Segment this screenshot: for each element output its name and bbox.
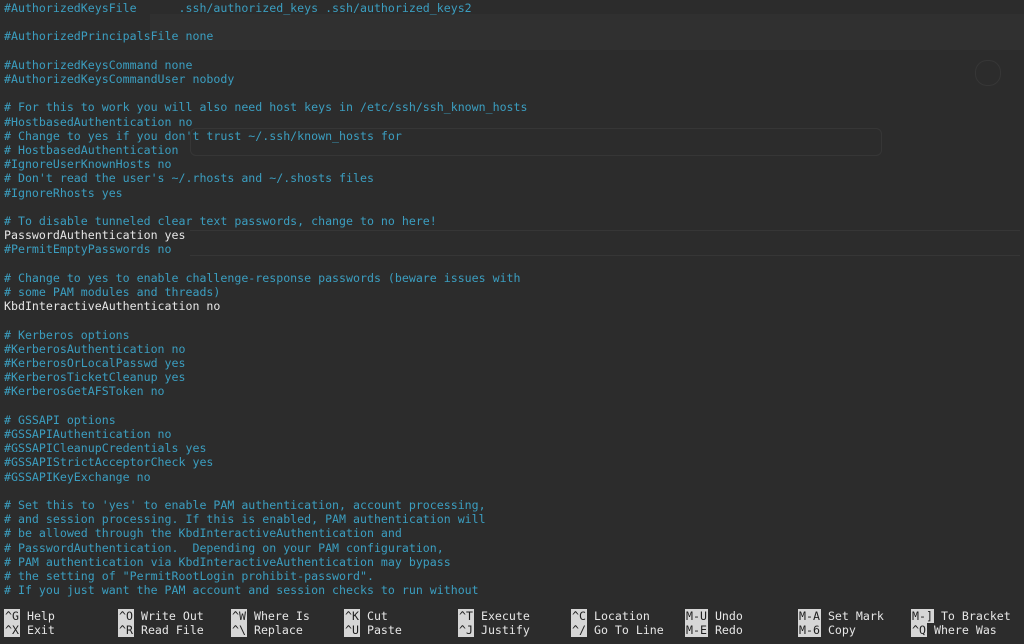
shortcut-label: Undo	[714, 609, 743, 623]
config-comment-line: #AuthorizedKeysCommandUser nobody	[4, 72, 235, 86]
shortcut-undo: M-U Undo	[685, 609, 743, 623]
shortcut-write-out: ^O Write Out	[118, 609, 204, 623]
config-comment-line: # PasswordAuthentication. Depending on y…	[4, 540, 444, 555]
shortcut-label: Where Was	[933, 623, 997, 637]
shortcut-to-bracket: M-] To Bracket	[911, 609, 1011, 623]
config-comment-line: #AuthorizedKeysCommand none	[4, 57, 193, 72]
config-comment-line: # Don't read the user's ~/.rhosts and ~/…	[4, 171, 374, 186]
shortcut-label: Redo	[714, 623, 743, 637]
config-comment-line: #KerberosTicketCleanup yes	[4, 370, 186, 385]
shortcut-label: To Bracket	[940, 609, 1011, 623]
shortcut-where-was: ^Q Where Was	[911, 623, 997, 637]
nano-shortcut-bar: ^G Help ^O Write Out ^W Where Is ^K Cut ^T Execut…	[0, 609, 1024, 643]
config-comment-line: #HostbasedAuthentication no	[4, 114, 193, 129]
shortcut-label: Location	[593, 609, 650, 623]
shortcut-label: Cut	[366, 609, 388, 623]
config-comment-line: #GSSAPICleanupCredentials yes	[4, 441, 207, 456]
config-comment-line: # To disable tunneled clear text passwor…	[4, 214, 437, 228]
shortcut-location: ^C Location	[571, 609, 650, 623]
shortcut-execute: ^T Execute	[458, 609, 530, 623]
shortcut-exit: ^X Exit	[4, 623, 55, 637]
config-comment-line: # For this to work you will also need ho…	[4, 100, 528, 115]
shortcut-set-mark: M-A Set Mark	[798, 609, 884, 623]
nano-editor-buffer[interactable]: #AuthorizedKeysFile .ssh/authorized_keys…	[4, 0, 1020, 606]
shortcut-key: M-6	[798, 623, 821, 637]
config-comment-line: # PAM authentication via KbdInteractiveA…	[4, 554, 451, 569]
shortcut-cut: ^K Cut	[344, 609, 388, 623]
shortcut-label: Execute	[480, 609, 530, 623]
shortcut-label: Replace	[253, 623, 303, 637]
config-comment-line: # HostbasedAuthentication	[4, 143, 179, 157]
shortcut-key: ^J	[458, 623, 474, 637]
config-comment-line: #KerberosAuthentication no	[4, 341, 186, 356]
config-directive-line: KbdInteractiveAuthentication no	[4, 299, 221, 314]
shortcut-redo: M-E Redo	[685, 623, 743, 637]
config-comment-line: # Change to yes if you don't trust ~/.ss…	[4, 128, 402, 143]
shortcut-key: ^Q	[911, 623, 927, 637]
shortcut-label: Copy	[827, 623, 856, 637]
config-comment-line: # the setting of "PermitRootLogin prohib…	[4, 569, 374, 583]
shortcut-key: ^/	[571, 623, 587, 637]
config-comment-line: #KerberosGetAFSToken no	[4, 384, 165, 399]
config-comment-line: #IgnoreUserKnownHosts no	[4, 157, 172, 172]
config-comment-line: # some PAM modules and threads)	[4, 285, 221, 299]
shortcut-read-file: ^R Read File	[118, 623, 204, 637]
shortcut-label: Paste	[366, 623, 402, 637]
shortcut-where-is: ^W Where Is	[231, 609, 310, 623]
terminal-window[interactable]: #AuthorizedKeysFile .ssh/authorized_keys…	[0, 0, 1024, 644]
shortcut-label: Justify	[480, 623, 530, 637]
config-comment-line: # be allowed through the KbdInteractiveA…	[4, 526, 402, 541]
shortcut-label: Read File	[140, 623, 204, 637]
shortcut-key: M-U	[685, 609, 708, 623]
shortcut-key: ^K	[344, 609, 360, 623]
shortcut-key: ^G	[4, 609, 20, 623]
shortcut-copy: M-6 Copy	[798, 623, 856, 637]
shortcut-key: ^R	[118, 623, 134, 637]
config-comment-line: # Kerberos options	[4, 327, 130, 342]
shortcut-go-to-line: ^/ Go To Line	[571, 623, 664, 637]
shortcut-key: M-E	[685, 623, 708, 637]
shortcut-key: ^X	[4, 623, 20, 637]
shortcut-label: Help	[26, 609, 55, 623]
config-comment-line: # Change to yes to enable challenge-resp…	[4, 270, 521, 285]
shortcut-key: ^\	[231, 623, 247, 637]
shortcut-key: ^T	[458, 609, 474, 623]
shortcut-key: ^O	[118, 609, 134, 623]
shortcut-replace: ^\ Replace	[231, 623, 303, 637]
config-comment-line: #GSSAPIStrictAcceptorCheck yes	[4, 455, 214, 470]
shortcut-key: ^C	[571, 609, 587, 623]
config-comment-line: #GSSAPIKeyExchange no	[4, 469, 151, 484]
shortcut-key: M-]	[911, 609, 934, 623]
shortcut-label: Exit	[26, 623, 55, 637]
shortcut-key: ^U	[344, 623, 360, 637]
shortcut-key: M-A	[798, 609, 821, 623]
shortcut-label: Write Out	[140, 609, 204, 623]
shortcut-justify: ^J Justify	[458, 623, 530, 637]
shortcut-key: ^W	[231, 609, 247, 623]
config-comment-line: #AuthorizedPrincipalsFile none	[4, 29, 214, 44]
config-comment-line: # GSSAPI options	[4, 412, 116, 427]
config-comment-line: #KerberosOrLocalPasswd yes	[4, 356, 186, 370]
config-directive-line: PasswordAuthentication yes	[4, 228, 186, 243]
shortcut-paste: ^U Paste	[344, 623, 402, 637]
config-comment-line: # Set this to 'yes' to enable PAM authen…	[4, 498, 486, 512]
config-comment-line: # and session processing. If this is ena…	[4, 512, 486, 527]
shortcut-label: Set Mark	[827, 609, 884, 623]
shortcut-help: ^G Help	[4, 609, 55, 623]
config-comment-line: #GSSAPIAuthentication no	[4, 427, 172, 441]
config-comment-line: #AuthorizedKeysFile .ssh/authorized_keys…	[4, 1, 472, 15]
config-comment-line: #IgnoreRhosts yes	[4, 185, 123, 200]
config-comment-line: #PermitEmptyPasswords no	[4, 242, 172, 257]
config-comment-line: # If you just want the PAM account and s…	[4, 583, 479, 598]
shortcut-label: Where Is	[253, 609, 310, 623]
shortcut-label: Go To Line	[593, 623, 664, 637]
